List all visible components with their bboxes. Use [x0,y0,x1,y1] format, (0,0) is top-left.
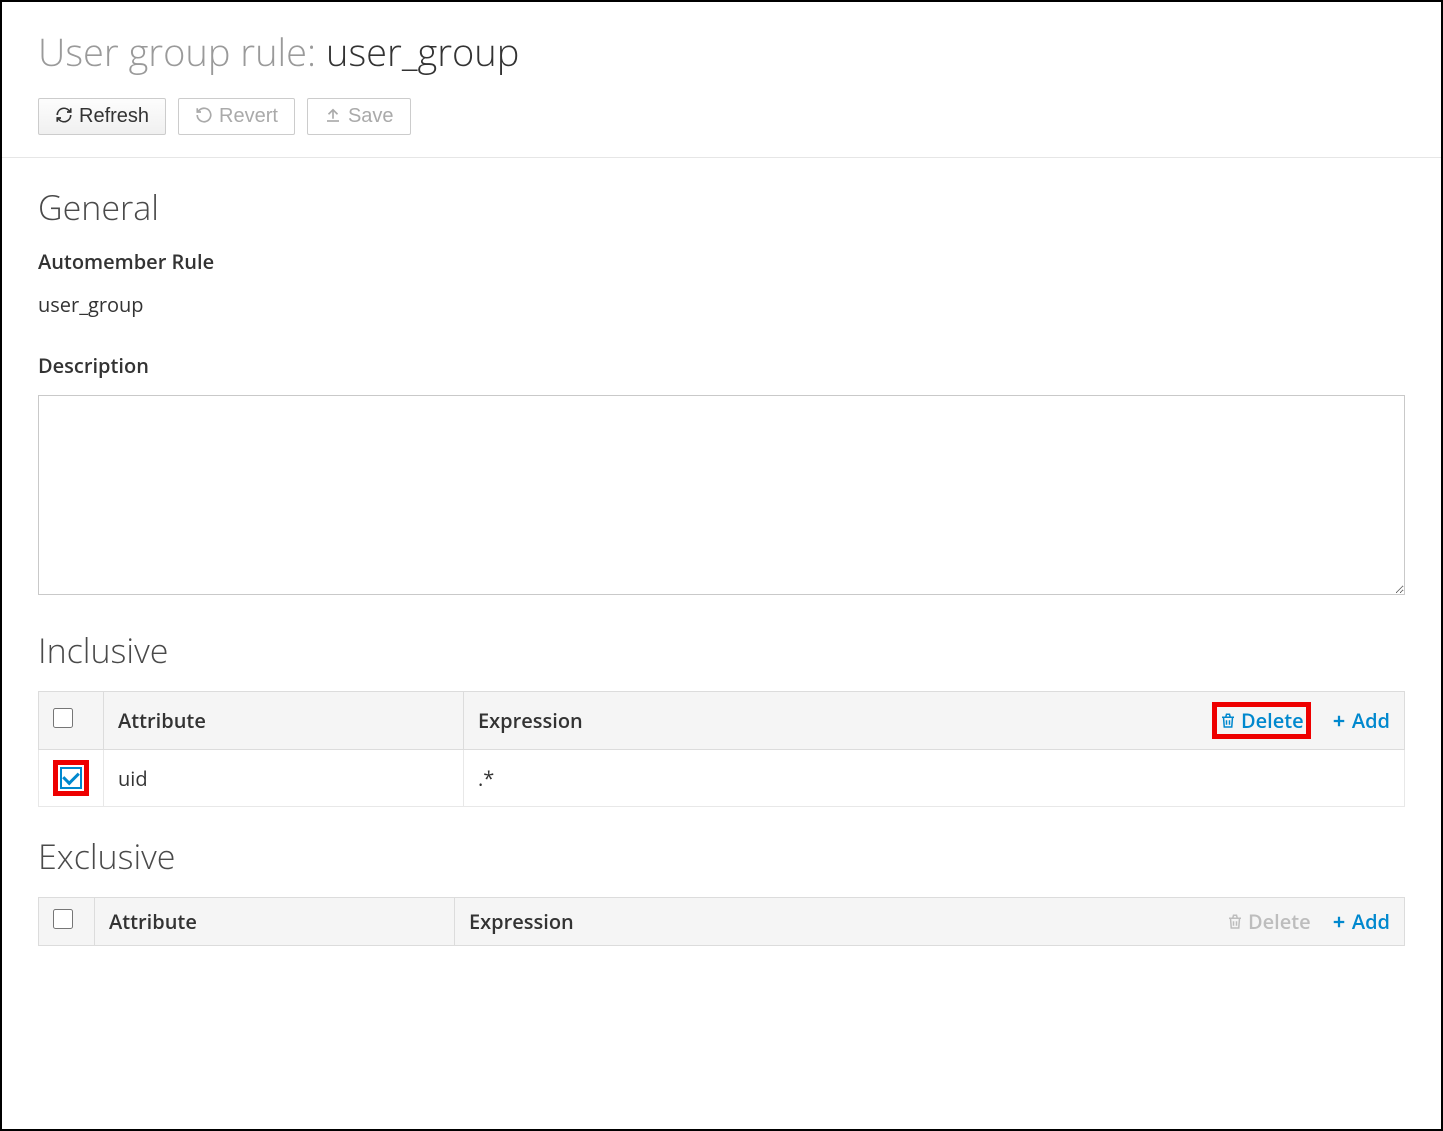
refresh-icon [55,105,73,128]
refresh-button[interactable]: Refresh [38,98,166,135]
inclusive-delete-label: Delete [1241,707,1304,734]
description-textarea[interactable] [38,395,1405,595]
toolbar: Refresh Revert [38,98,1405,135]
inclusive-row-expression: .* [464,750,1405,807]
revert-label: Revert [219,105,278,128]
exclusive-add-button[interactable]: Add [1330,908,1390,935]
exclusive-expression-header: Expression [469,908,574,935]
description-label: Description [38,352,1405,379]
table-row: uid .* [39,750,1405,807]
section-exclusive-title: Exclusive [38,833,1405,879]
exclusive-add-label: Add [1352,908,1390,935]
inclusive-row-attribute: uid [104,750,464,807]
inclusive-attribute-header: Attribute [104,692,464,750]
inclusive-select-all-checkbox[interactable] [53,708,73,728]
plus-icon [1330,908,1348,935]
inclusive-add-label: Add [1352,707,1390,734]
upload-icon [324,105,342,128]
automember-rule-value: user_group [38,291,1405,318]
page-title-kind: User group rule: [38,26,316,78]
plus-icon [1330,707,1348,734]
inclusive-row-checkbox[interactable] [60,767,82,789]
save-button[interactable]: Save [307,98,411,135]
inclusive-expression-header: Expression [478,707,583,734]
highlight-delete: Delete [1212,702,1311,739]
section-inclusive-title: Inclusive [38,627,1405,673]
trash-icon [1219,707,1237,734]
exclusive-select-all-checkbox[interactable] [53,909,73,929]
page-title: User group rule: user_group [38,26,1405,78]
exclusive-attribute-header: Attribute [95,898,455,946]
highlight-row-checkbox [53,760,89,796]
undo-icon [195,105,213,128]
inclusive-delete-button[interactable]: Delete [1219,707,1304,734]
trash-icon [1226,908,1244,935]
divider [2,157,1441,158]
section-general-title: General [38,184,1405,230]
inclusive-table: Attribute Expression [38,691,1405,807]
exclusive-delete-label: Delete [1248,908,1311,935]
page-title-name: user_group [326,26,519,78]
automember-rule-label: Automember Rule [38,248,1405,275]
exclusive-delete-button[interactable]: Delete [1226,908,1311,935]
inclusive-add-button[interactable]: Add [1330,707,1390,734]
refresh-label: Refresh [79,105,149,128]
exclusive-table: Attribute Expression [38,897,1405,946]
revert-button[interactable]: Revert [178,98,295,135]
save-label: Save [348,105,394,128]
